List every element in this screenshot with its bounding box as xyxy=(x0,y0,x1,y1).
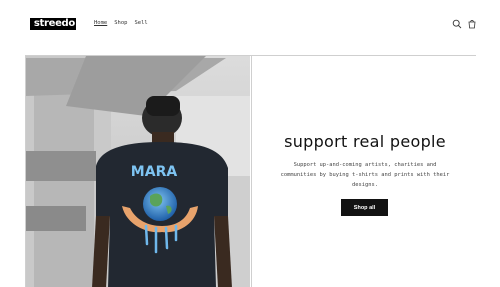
shop-all-button[interactable]: Shop all xyxy=(341,199,388,216)
site-header: streedo Home Shop Sell xyxy=(0,0,500,52)
nav-item-shop[interactable]: Shop xyxy=(114,20,127,26)
brand-logo[interactable]: streedo xyxy=(30,18,76,30)
hero-subtext: Support up-and-coming artists, charities… xyxy=(280,162,450,188)
hero-image: MARA xyxy=(26,56,250,287)
hero-banner: MARA support real people Support up-and-… xyxy=(25,55,477,287)
cart-icon[interactable] xyxy=(467,19,477,29)
hero-heading: support real people xyxy=(284,132,446,151)
main-nav: Home Shop Sell xyxy=(94,20,148,26)
shirt-print-text: MARA xyxy=(131,164,178,180)
nav-item-sell[interactable]: Sell xyxy=(135,20,148,26)
hero-content: support real people Support up-and-comin… xyxy=(251,56,477,287)
search-icon[interactable] xyxy=(452,19,462,29)
nav-item-home[interactable]: Home xyxy=(94,20,107,26)
